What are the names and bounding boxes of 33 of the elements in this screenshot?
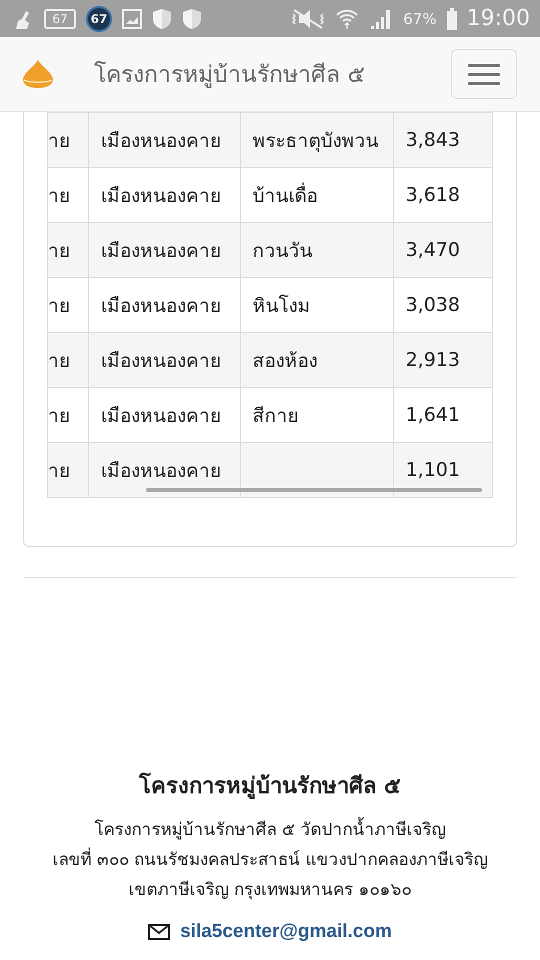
address-line: เขตภาษีเจริญ กรุงเทพมหานคร ๑๐๑๖๐ — [128, 879, 412, 902]
scrollbar[interactable] — [146, 488, 482, 492]
app-badge-icon: 67 — [86, 6, 112, 32]
table-cell: าย — [48, 112, 88, 168]
battery-icon — [446, 8, 457, 30]
table-cell: สองห้อง — [240, 332, 394, 388]
logo-icon — [22, 59, 54, 89]
table-cell: เมืองหนองคาย — [88, 442, 240, 498]
footer-title: โครงการหมู่บ้านรักษาศีล ๕ — [138, 772, 402, 801]
menu-button[interactable] — [451, 49, 517, 99]
address-line: โครงการหมู่บ้านรักษาศีล ๕ วัดปากน้ำภาษีเจริญ — [23, 815, 517, 845]
image-icon — [122, 8, 142, 28]
table-cell: าย — [48, 442, 88, 498]
clock-time: 19:00 — [466, 6, 530, 31]
shield-icon — [182, 8, 202, 30]
table-cell: กวนวัน — [240, 222, 394, 278]
table-cell: 3,470 — [393, 222, 492, 278]
table-cell: าย — [48, 222, 88, 278]
table-cell: 1,101 — [393, 442, 492, 498]
mail-icon — [148, 924, 170, 940]
table-cell: เมืองหนองคาย — [88, 112, 240, 168]
table-cell: 3,843 — [393, 112, 492, 168]
email-link[interactable]: sila5center@gmail.com — [180, 921, 392, 943]
table-cell: เมืองหนองคาย — [88, 222, 240, 278]
table-cell: าย — [48, 332, 88, 388]
address-line: เลขที่ ๓๐๐ ถนนรัชมงคลประสาธน์ แขวงปากคลองภาษีเจริญ — [23, 845, 517, 875]
shield-icon — [152, 8, 172, 30]
battery-level-icon: 67 — [44, 8, 76, 28]
mute-icon — [291, 8, 326, 30]
table-cell: พระธาตุบังพวน — [240, 112, 394, 168]
table-cell: เมืองหนองคาย — [88, 332, 240, 388]
table-cell: 2,913 — [393, 332, 492, 388]
battery-percent: 67% — [403, 10, 437, 28]
